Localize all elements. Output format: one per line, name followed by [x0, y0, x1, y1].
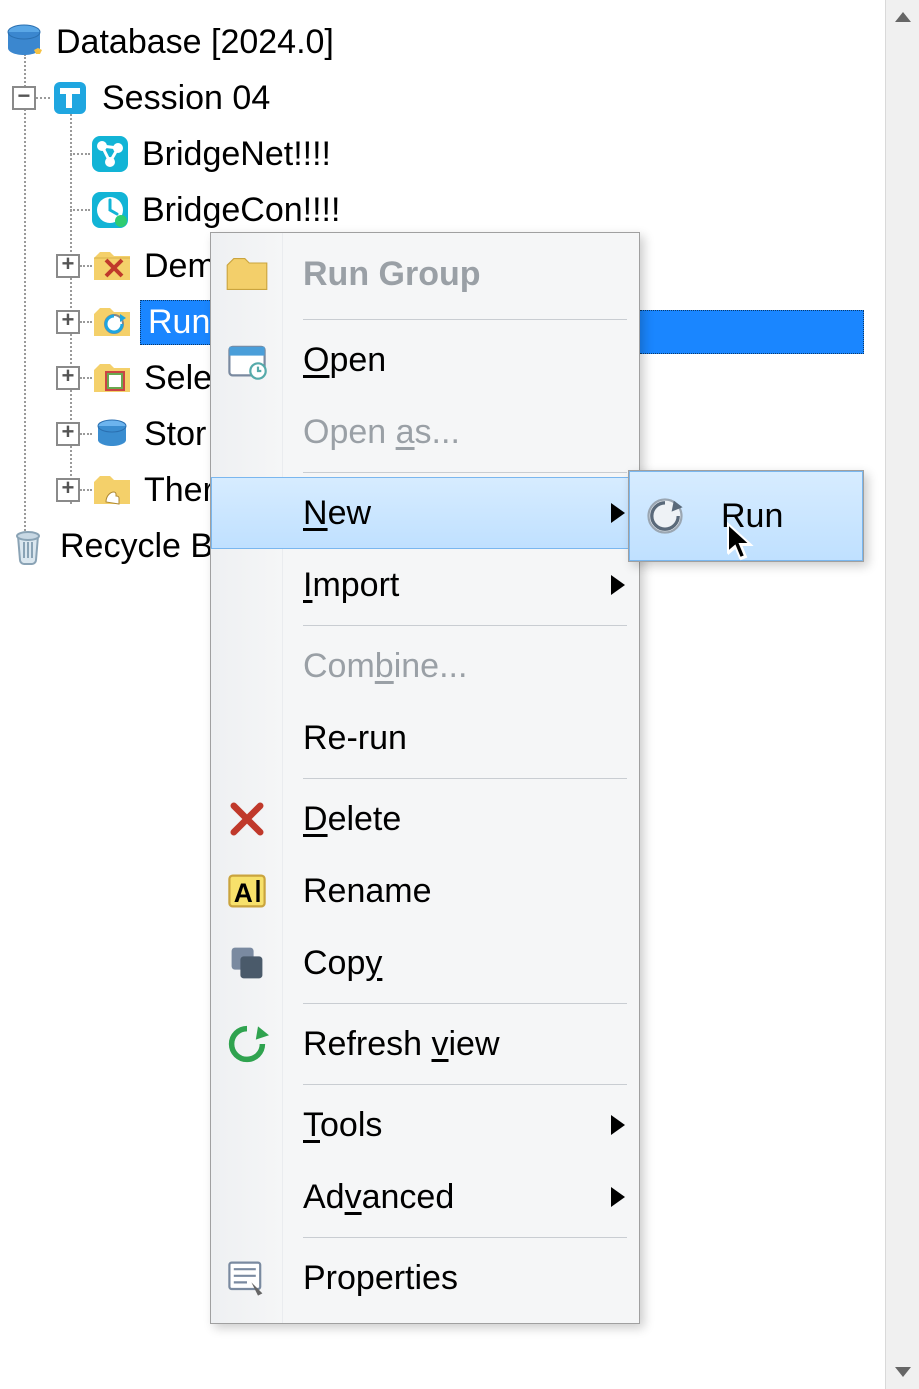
menu-copy[interactable]: Copy [211, 927, 639, 999]
expand-toggle[interactable]: + [56, 422, 80, 446]
tree-item-bridgecon[interactable]: BridgeCon!!!! [0, 182, 919, 238]
menu-combine: Combine... [211, 630, 639, 702]
tree-line [70, 209, 90, 211]
tree-root-label: Database [2024.0] [52, 22, 338, 63]
properties-icon [225, 1256, 269, 1300]
run-circle-icon [643, 494, 687, 538]
menu-label: Combine... [303, 647, 467, 686]
submenu-run[interactable]: Run [629, 471, 863, 561]
folder-hand-icon [92, 470, 132, 510]
menu-label: Advanced [303, 1178, 454, 1217]
menu-run-group: Run Group [211, 233, 639, 315]
clock-icon [90, 190, 130, 230]
menu-label: New [303, 494, 371, 533]
tree-item-label: Sele [140, 358, 216, 399]
scroll-up-button[interactable] [886, 0, 919, 34]
recycle-bin-icon [8, 526, 48, 566]
menu-properties[interactable]: Properties [211, 1242, 639, 1314]
chevron-up-icon [895, 12, 911, 22]
tree-session[interactable]: − Session 04 [0, 70, 919, 126]
menu-refresh-view[interactable]: Refresh view [211, 1008, 639, 1080]
folder-icon [225, 252, 269, 296]
menu-advanced[interactable]: Advanced [211, 1161, 639, 1233]
menu-label: Copy [303, 944, 382, 983]
menu-separator [303, 1003, 627, 1004]
menu-label: Re-run [303, 719, 407, 758]
menu-label: Open [303, 341, 386, 380]
submenu-arrow-icon [611, 1115, 625, 1135]
menu-separator [303, 319, 627, 320]
network-icon [90, 134, 130, 174]
tree-item-bridgenet[interactable]: BridgeNet!!!! [0, 126, 919, 182]
chevron-down-icon [895, 1367, 911, 1377]
menu-open[interactable]: Open [211, 324, 639, 396]
tree-item-label: Dem [140, 246, 220, 287]
tree-root[interactable]: Database [2024.0] [0, 14, 919, 70]
folder-run-icon [92, 302, 132, 342]
expand-toggle[interactable]: + [56, 366, 80, 390]
menu-tools[interactable]: Tools [211, 1089, 639, 1161]
menu-separator [303, 1084, 627, 1085]
tree-item-label: Stor [140, 414, 210, 455]
vertical-scrollbar[interactable] [885, 0, 919, 1389]
tree-line [70, 153, 90, 155]
tree-line [80, 321, 92, 323]
tree-item-label: Ther [140, 470, 218, 511]
tree-line [36, 97, 50, 99]
database-icon [4, 22, 44, 62]
refresh-icon [225, 1022, 269, 1066]
tree-line [80, 377, 92, 379]
expand-toggle[interactable]: + [56, 254, 80, 278]
menu-label: Refresh view [303, 1025, 500, 1064]
menu-label: Run [721, 497, 783, 536]
submenu-arrow-icon [611, 503, 625, 523]
menu-open-as: Open as... [211, 396, 639, 468]
tree-line [80, 433, 92, 435]
scroll-down-button[interactable] [886, 1355, 919, 1389]
delete-x-icon [225, 797, 269, 841]
tree-item-label: BridgeNet!!!! [138, 134, 335, 175]
store-cylinder-icon [92, 414, 132, 454]
menu-label: Rename [303, 872, 432, 911]
menu-label: Tools [303, 1106, 382, 1145]
menu-new[interactable]: New [211, 477, 639, 549]
svg-text:A: A [234, 878, 253, 908]
tree-item-label: Run [140, 300, 218, 345]
tree-line [80, 489, 92, 491]
menu-label: Delete [303, 800, 401, 839]
menu-label: Run Group [303, 255, 481, 294]
rename-icon: A [225, 869, 269, 913]
expand-toggle[interactable]: + [56, 310, 80, 334]
menu-separator [303, 778, 627, 779]
expand-toggle[interactable]: + [56, 478, 80, 502]
menu-separator [303, 625, 627, 626]
selection-extent [640, 310, 864, 354]
copy-icon [225, 941, 269, 985]
menu-import[interactable]: Import [211, 549, 639, 621]
tree-item-label: Recycle Bi [56, 526, 225, 567]
menu-label: Import [303, 566, 399, 605]
tree-session-label: Session 04 [98, 78, 274, 119]
menu-separator [303, 1237, 627, 1238]
session-icon [50, 78, 90, 118]
submenu-new: Run [628, 470, 864, 562]
folder-dem-icon [92, 246, 132, 286]
tree-line [80, 265, 92, 267]
submenu-arrow-icon [611, 575, 625, 595]
menu-rerun[interactable]: Re-run [211, 702, 639, 774]
folder-select-icon [92, 358, 132, 398]
menu-rename[interactable]: A Rename [211, 855, 639, 927]
menu-label: Open as... [303, 413, 460, 452]
context-menu: Run Group Open Open as... New Import Com… [210, 232, 640, 1324]
menu-delete[interactable]: Delete [211, 783, 639, 855]
submenu-arrow-icon [611, 1187, 625, 1207]
collapse-toggle[interactable]: − [12, 86, 36, 110]
menu-label: Properties [303, 1259, 458, 1298]
menu-separator [303, 472, 627, 473]
calendar-open-icon [225, 338, 269, 382]
tree-item-label: BridgeCon!!!! [138, 190, 344, 231]
